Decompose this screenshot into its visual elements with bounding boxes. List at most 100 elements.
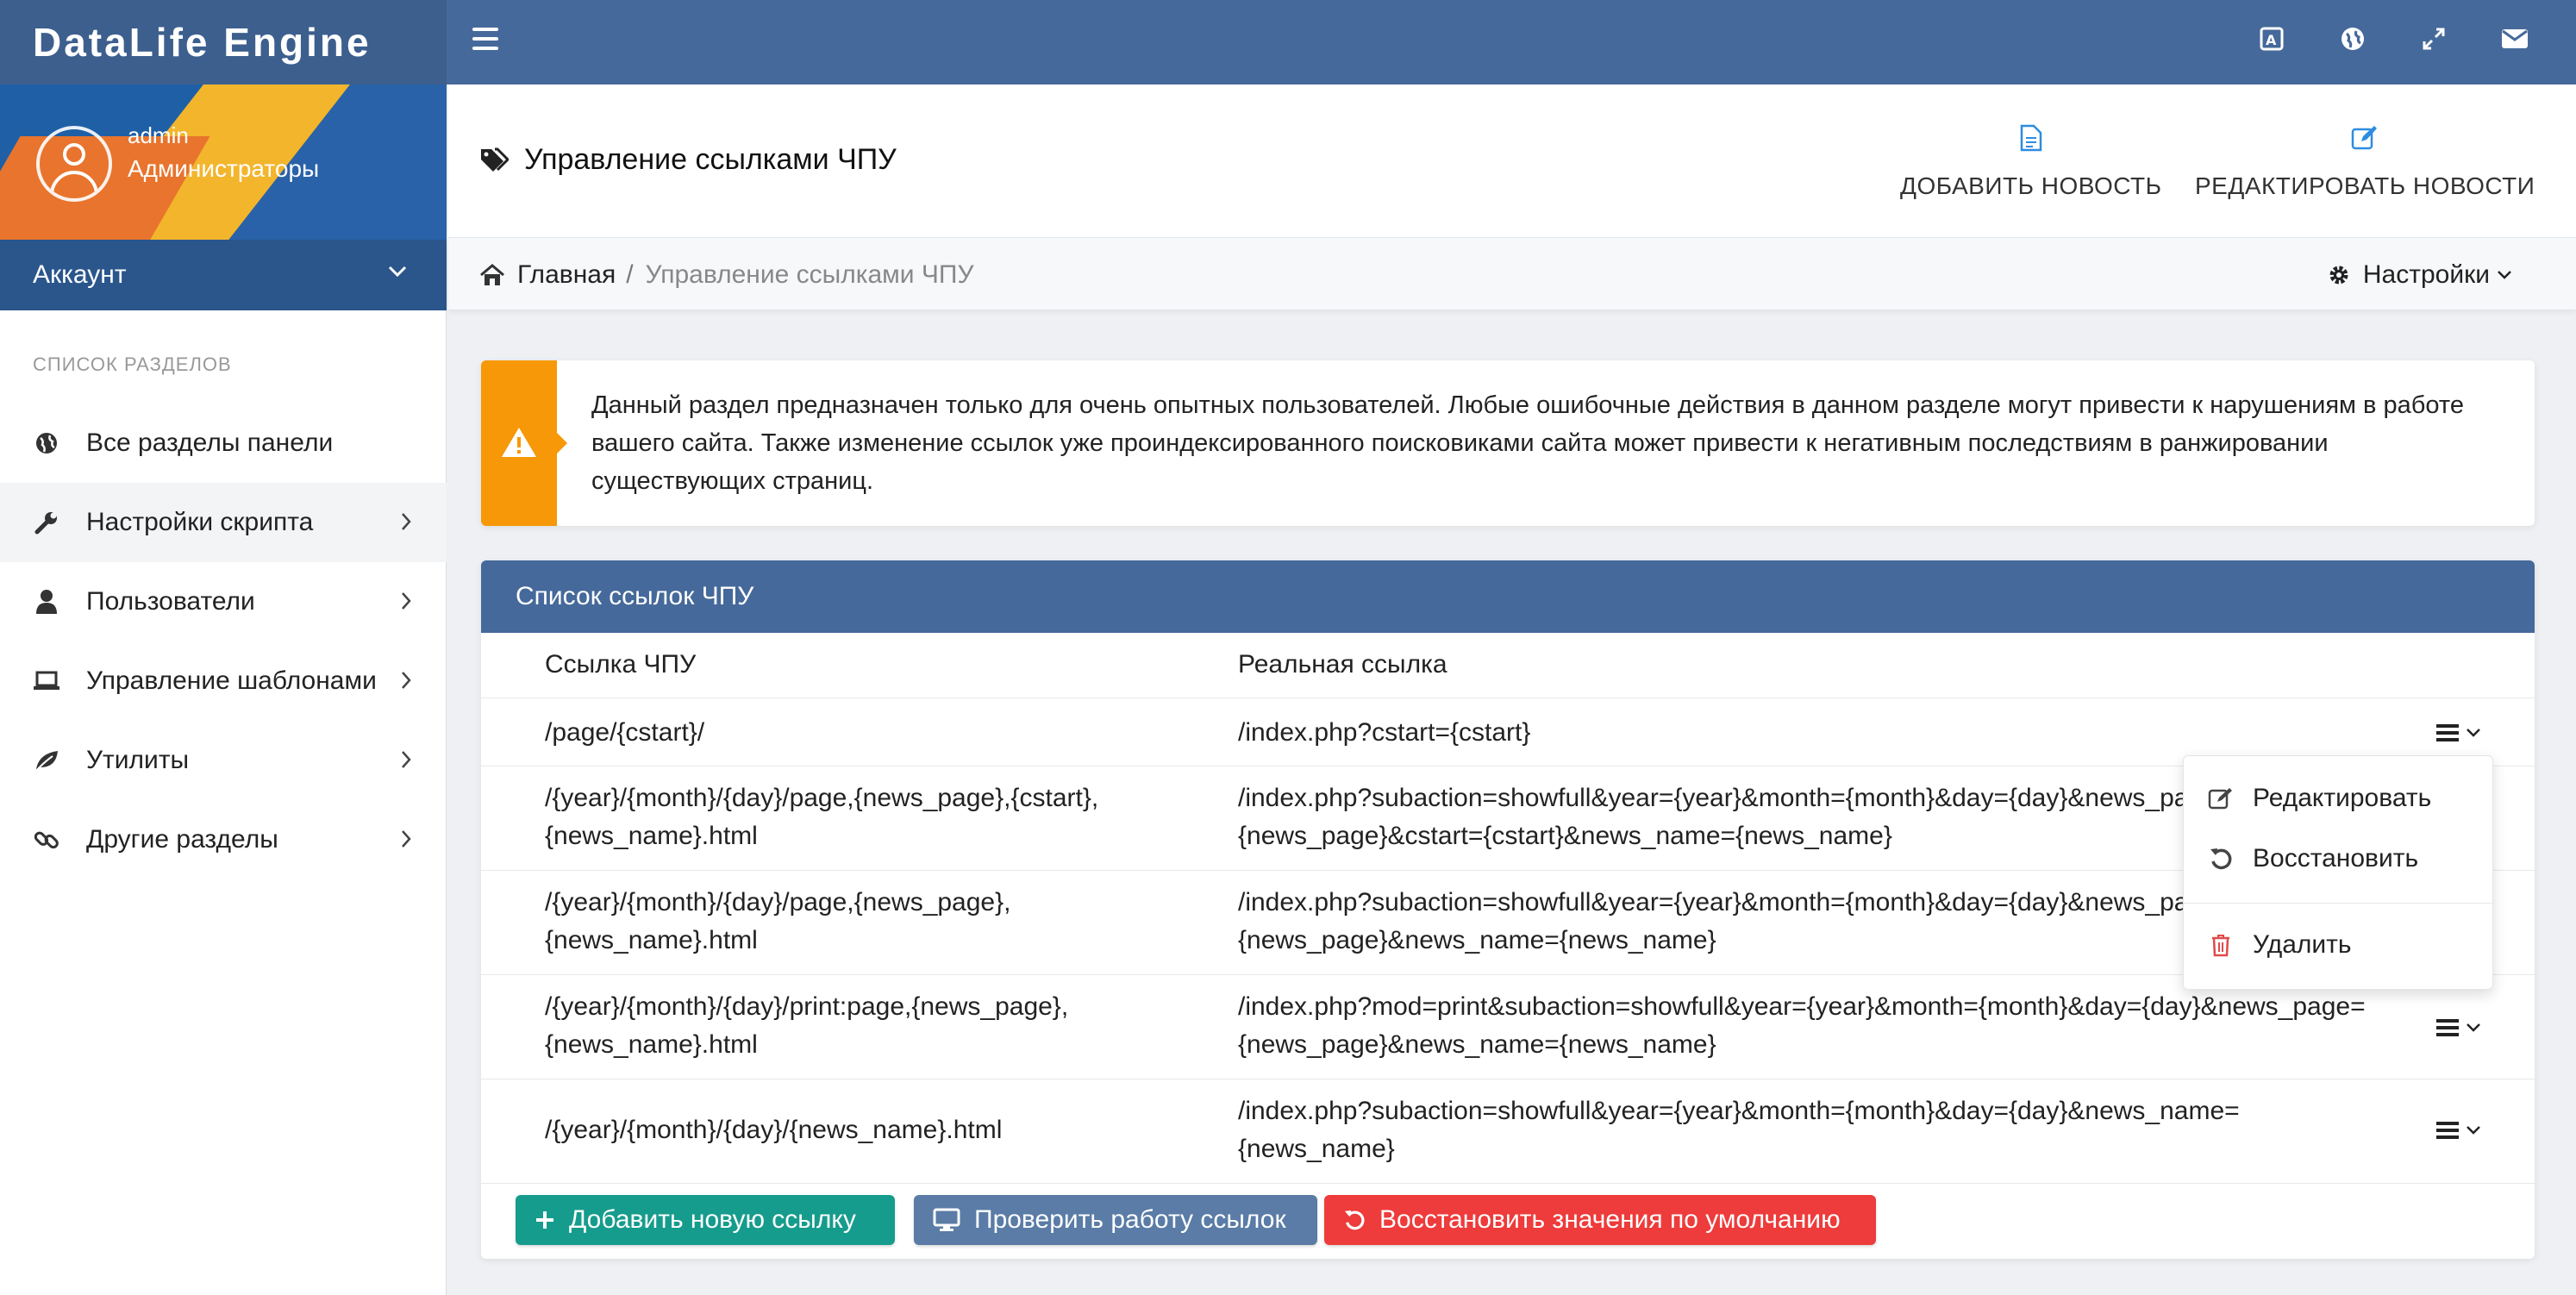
row-actions-menu[interactable] [2435,716,2495,750]
seo-link: /{year}/{month}/{day}/page,{news_page}, … [545,888,1011,954]
add-news-label: ДОБАВИТЬ НОВОСТЬ [1900,172,2162,199]
sidebar-item-label: Все разделы панели [86,429,334,457]
page-title: Управление ссылками ЧПУ [479,143,897,177]
restore-label: Восстановить [2253,844,2419,873]
seo-link: /page/{cstart}/ [545,718,705,747]
link-icon [33,826,60,854]
table-row: /{year}/{month}/{day}/print:page,{news_p… [481,976,2535,1079]
svg-text:A: A [2266,32,2277,48]
column-header-seo: Ссылка ЧПУ [545,650,697,679]
delete-menu-item[interactable]: Удалить [2184,917,2494,973]
fullscreen-icon[interactable] [2417,22,2450,55]
sidebar: admin Администраторы Аккаунт СПИСОК РАЗД… [0,84,447,1295]
wrench-icon [33,509,60,536]
home-icon [480,264,504,285]
delete-label: Удалить [2253,930,2352,959]
edit-label: Редактировать [2253,784,2432,812]
profile-group: Администраторы [128,155,320,182]
sidebar-item-other[interactable]: Другие разделы [0,800,447,879]
sidebar-item-label: Настройки скрипта [86,508,314,536]
mail-icon[interactable] [2498,22,2531,55]
profile-username: admin [128,122,189,148]
page-title-text: Управление ссылками ЧПУ [524,143,897,176]
tags-icon [481,147,509,172]
breadcrumb-home[interactable]: Главная [517,260,616,290]
sidebar-item-label: Утилиты [86,746,190,774]
sidebar-section-title: СПИСОК РАЗДЕЛОВ [33,353,232,375]
edit-icon [2208,785,2234,811]
chevron-down-icon [2467,1126,2480,1135]
row-actions-dropdown: Редактировать Восстановить Удалить [2183,755,2494,990]
table-row: /{year}/{month}/{day}/{news_name}.html /… [481,1080,2535,1184]
menu-lines-icon [2436,1122,2459,1139]
add-link-button[interactable]: Добавить новую ссылку [516,1195,895,1245]
warning-icon [502,428,536,457]
globe-icon[interactable] [2336,22,2369,55]
sidebar-item-templates[interactable]: Управление шаблонами [0,641,447,721]
restore-defaults-button[interactable]: Восстановить значения по умолчанию [1324,1195,1876,1245]
chevron-right-icon [402,513,411,530]
menu-lines-icon [2436,724,2459,741]
undo-icon [1343,1209,1366,1231]
seo-link: /{year}/{month}/{day}/print:page,{news_p… [545,992,1069,1059]
user-profile: admin Администраторы [0,84,447,240]
table-header: Ссылка ЧПУ Реальная ссылка [481,633,2535,698]
row-actions-menu[interactable] [2435,1113,2495,1148]
menu-lines-icon [2436,1019,2459,1036]
breadcrumb-separator: / [626,260,634,289]
plus-icon [535,1210,555,1230]
sidebar-item-users[interactable]: Пользователи [0,562,447,641]
settings-label: Настройки [2362,260,2490,289]
avatar[interactable] [36,126,112,202]
account-label: Аккаунт [33,260,127,289]
chevron-down-icon [388,266,407,278]
chevron-down-icon [2467,729,2480,737]
seo-link: /{year}/{month}/{day}/page,{news_page},{… [545,784,1099,850]
leaf-icon [33,747,60,774]
row-actions-menu[interactable] [2435,1010,2495,1045]
sidebar-item-label: Управление шаблонами [86,666,377,695]
chevron-right-icon [402,751,411,768]
translate-icon[interactable]: A [2255,22,2288,55]
add-news-button[interactable]: ДОБАВИТЬ НОВОСТЬ [1900,124,2162,200]
top-navbar: DataLife Engine A [0,0,2576,84]
restore-defaults-label: Восстановить значения по умолчанию [1379,1205,1841,1234]
undo-icon [2208,846,2234,872]
sidebar-item-label: Пользователи [86,587,255,616]
settings-dropdown[interactable]: Настройки [2327,260,2512,290]
warning-alert: Данный раздел предназначен только для оч… [481,360,2535,526]
panel-title: Список ссылок ЧПУ [481,560,2535,633]
sidebar-item-all-sections[interactable]: Все разделы панели [0,404,447,483]
sidebar-item-script-settings[interactable]: Настройки скрипта [0,483,447,562]
restore-menu-item[interactable]: Восстановить [2184,830,2494,887]
trash-icon [2208,932,2234,958]
check-links-label: Проверить работу ссылок [974,1205,1286,1234]
add-link-label: Добавить новую ссылку [569,1205,856,1234]
brand-logo[interactable]: DataLife Engine [0,0,447,84]
account-dropdown[interactable]: Аккаунт [0,240,447,310]
edit-menu-item[interactable]: Редактировать [2184,770,2494,827]
real-link: /index.php?subaction=showfull&year={year… [1238,1097,2240,1163]
edit-news-label: РЕДАКТИРОВАТЬ НОВОСТИ [2195,172,2535,199]
user-icon [33,588,60,616]
breadcrumb-current: Управление ссылками ЧПУ [645,260,974,289]
sidebar-item-label: Другие разделы [86,825,278,854]
document-icon [2020,124,2042,152]
menu-toggle-icon[interactable] [472,28,498,57]
dropdown-divider [2184,903,2494,904]
chevron-right-icon [402,672,411,689]
edit-news-button[interactable]: РЕДАКТИРОВАТЬ НОВОСТИ [2195,124,2535,200]
chevron-down-icon [2467,1023,2480,1032]
laptop-icon [33,667,60,695]
real-link: /index.php?mod=print&subaction=showfull&… [1238,992,2366,1059]
globe-icon [33,429,60,457]
page-header: Управление ссылками ЧПУ ДОБАВИТЬ НОВОСТЬ… [448,84,2576,238]
chevron-right-icon [402,830,411,848]
sidebar-item-utilities[interactable]: Утилиты [0,721,447,800]
seo-link: /{year}/{month}/{day}/{news_name}.html [545,1116,1003,1144]
check-links-button[interactable]: Проверить работу ссылок [914,1195,1317,1245]
chevron-right-icon [402,592,411,610]
real-link: /index.php?cstart={cstart} [1238,718,1531,747]
breadcrumb: Главная / Управление ссылками ЧПУ Настро… [448,238,2576,310]
edit-icon [2351,126,2378,150]
